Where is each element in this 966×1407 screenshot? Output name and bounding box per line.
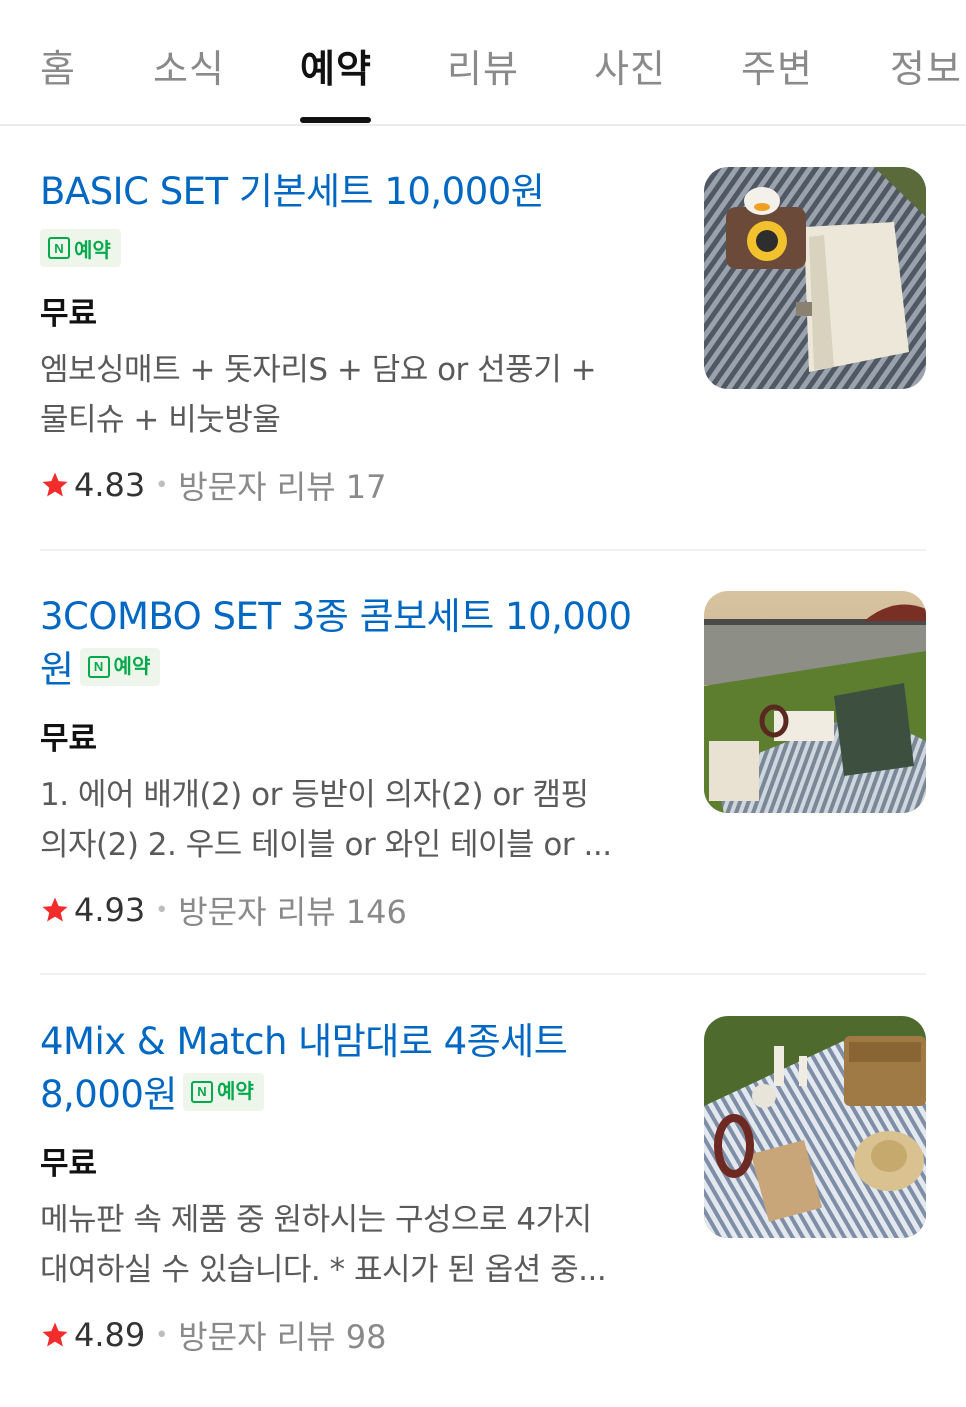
item-price: 무료 [40, 296, 98, 332]
tab-home[interactable]: 홈 [40, 38, 76, 93]
item-price: 무료 [40, 1146, 98, 1182]
tab-photos[interactable]: 사진 [594, 38, 666, 93]
description-line: 엠보싱매트 + 돗자리S + 담요 or 선풍기 + [40, 352, 597, 388]
review-count[interactable]: 방문자 리뷰 98 [178, 1312, 386, 1358]
item-description: 엠보싱매트 + 돗자리S + 담요 or 선풍기 + 물티슈 + 비눗방울 [40, 345, 665, 445]
item-description: 메뉴판 속 제품 중 원하시는 구성으로 4가지 대여하실 수 있습니다. * … [40, 1195, 665, 1295]
tab-bar: 홈 소식 예약 리뷰 사진 주변 정보 [0, 0, 966, 126]
booking-item[interactable]: BASIC SET 기본세트 10,000원 N 예약 무료 엠보싱매트 + 돗… [40, 165, 926, 525]
item-thumbnail[interactable] [704, 1016, 926, 1238]
badge-label: 예약 [74, 237, 111, 262]
riverside-picnic-photo-icon [704, 591, 926, 813]
reservation-badge: N 예약 [79, 647, 161, 686]
divider [40, 973, 926, 975]
rating-row: 4.83 • 방문자 리뷰 17 [40, 462, 387, 508]
tab-reservation[interactable]: 예약 [300, 38, 372, 93]
naver-n-icon: N [190, 1080, 213, 1103]
item-title[interactable]: 4Mix & Match 내맘대로 4종세트 8,000원 N 예약 [40, 1015, 660, 1121]
tab-reviews[interactable]: 리뷰 [447, 38, 519, 93]
description-line: 1. 에어 배개(2) or 등받이 의자(2) or 캠핑 [40, 777, 589, 813]
separator-dot: • [155, 1322, 169, 1348]
booking-item[interactable]: 3COMBO SET 3종 콤보세트 10,000원 N 예약 무료 1. 에어 배… [40, 590, 926, 950]
rating-value: 4.89 [74, 1316, 146, 1354]
badge-label: 예약 [113, 654, 151, 678]
reservation-badge: N 예약 [182, 1072, 264, 1111]
description-line: 대여하실 수 있습니다. * 표시가 된 옵션 중... [40, 1252, 607, 1288]
star-icon [42, 472, 68, 497]
separator-dot: • [155, 897, 169, 923]
separator-dot: • [155, 472, 169, 498]
item-title-text[interactable]: 4Mix & Match 내맘대로 4종세트 8,000원 [40, 1020, 568, 1116]
star-icon [42, 1322, 68, 1347]
picnic-duck-camera-photo-icon [704, 167, 926, 389]
naver-n-icon: N [87, 655, 110, 678]
review-count[interactable]: 방문자 리뷰 17 [178, 462, 386, 508]
active-tab-indicator [300, 117, 371, 123]
description-line: 메뉴판 속 제품 중 원하시는 구성으로 4가지 [40, 1202, 592, 1238]
basket-picnic-photo-icon [704, 1016, 926, 1238]
naver-n-icon: N [48, 237, 70, 259]
tab-info[interactable]: 정보 [890, 38, 962, 93]
description-line: 물티슈 + 비눗방울 [40, 402, 281, 438]
item-thumbnail[interactable] [704, 167, 926, 389]
rating-value: 4.93 [74, 891, 146, 929]
rating-value: 4.83 [74, 466, 146, 504]
rating-row: 4.93 • 방문자 리뷰 146 [40, 887, 407, 933]
tab-news[interactable]: 소식 [153, 38, 225, 93]
star-icon [42, 897, 68, 922]
item-thumbnail[interactable] [704, 591, 926, 813]
review-count[interactable]: 방문자 리뷰 146 [178, 887, 407, 933]
rating-row: 4.89 • 방문자 리뷰 98 [40, 1312, 387, 1358]
description-line: 의자(2) 2. 우드 테이블 or 와인 테이블 or ... [40, 827, 612, 863]
divider [40, 549, 926, 551]
item-title[interactable]: 3COMBO SET 3종 콤보세트 10,000원 N 예약 [40, 590, 660, 696]
reservation-badge: N 예약 [40, 229, 121, 267]
item-title[interactable]: BASIC SET 기본세트 10,000원 [40, 165, 660, 218]
booking-item[interactable]: 4Mix & Match 내맘대로 4종세트 8,000원 N 예약 무료 메뉴판 … [40, 1015, 926, 1375]
item-price: 무료 [40, 721, 98, 757]
item-description: 1. 에어 배개(2) or 등받이 의자(2) or 캠핑 의자(2) 2. … [40, 770, 665, 870]
badge-label: 예약 [216, 1079, 254, 1103]
tab-nearby[interactable]: 주변 [741, 38, 813, 93]
